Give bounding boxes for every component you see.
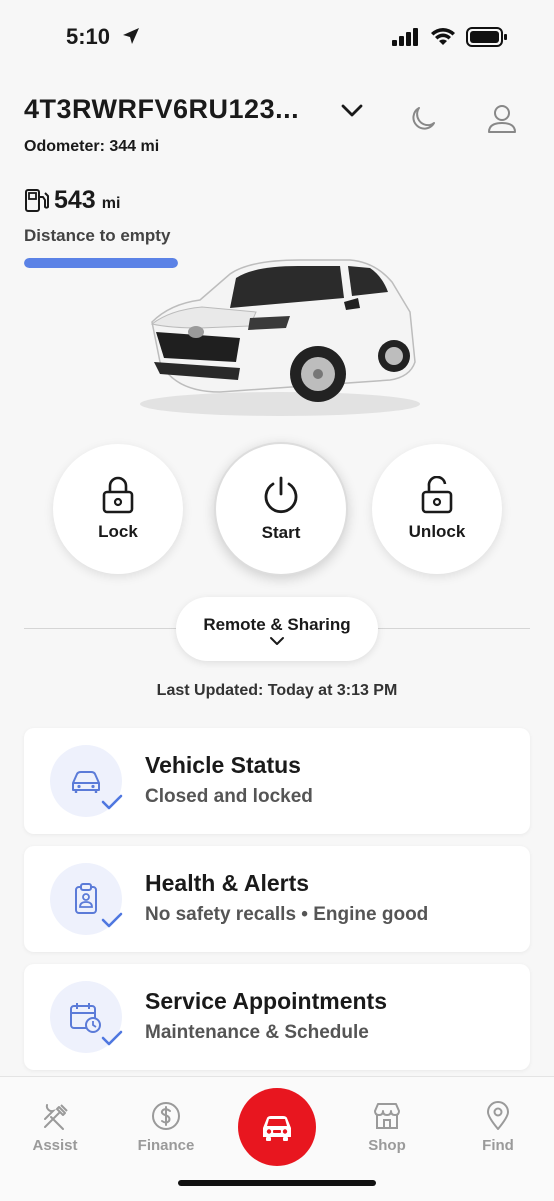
- health-alerts-icon-badge: [50, 863, 123, 935]
- check-icon: [101, 1030, 123, 1046]
- remote-sharing-label: Remote & Sharing: [203, 615, 351, 634]
- remote-sharing-button[interactable]: Remote & Sharing: [176, 597, 378, 661]
- tab-find-label: Find: [482, 1137, 514, 1154]
- vehicle-vin-title[interactable]: 4T3RWRFV6RU123...: [24, 94, 299, 125]
- vehicle-image: [140, 259, 420, 416]
- unlock-label: Unlock: [408, 522, 466, 541]
- card-title: Vehicle Status: [145, 752, 301, 778]
- moon-icon[interactable]: [408, 104, 438, 134]
- tab-finance[interactable]: Finance: [121, 1101, 211, 1154]
- vehicle-home-button[interactable]: [238, 1088, 316, 1166]
- fuel-range-value: 543: [54, 186, 96, 214]
- card-title: Service Appointments: [145, 988, 387, 1014]
- last-updated-text: Last Updated: Today at 3:13 PM: [156, 682, 398, 699]
- status-time: 5:10: [66, 24, 111, 49]
- unlock-icon: [421, 476, 453, 514]
- tab-finance-label: Finance: [137, 1137, 195, 1154]
- service-appointments-card[interactable]: Service Appointments Maintenance & Sched…: [24, 964, 530, 1070]
- check-icon: [101, 912, 123, 928]
- cellular-signal-icon: [392, 28, 418, 46]
- fuel-range-unit: mi: [101, 195, 121, 212]
- map-pin-icon: [487, 1101, 509, 1130]
- storefront-icon: [374, 1103, 400, 1129]
- lock-label: Lock: [98, 522, 138, 541]
- start-button[interactable]: Start: [214, 442, 348, 576]
- tab-assist-label: Assist: [32, 1137, 78, 1154]
- lock-icon: [102, 476, 134, 514]
- user-profile-icon[interactable]: [486, 104, 518, 134]
- chevron-down-icon[interactable]: [340, 100, 364, 120]
- wifi-icon: [431, 28, 455, 45]
- fuel-range: 543 mi: [54, 186, 120, 215]
- service-appointments-icon-badge: [50, 981, 123, 1053]
- vehicle-status-icon-badge: [50, 745, 123, 817]
- tab-find[interactable]: Find: [453, 1101, 543, 1154]
- health-alerts-card[interactable]: Health & Alerts No safety recalls • Engi…: [24, 846, 530, 952]
- tools-icon: [44, 1104, 68, 1130]
- dollar-circle-icon: [152, 1102, 180, 1130]
- check-icon: [101, 794, 123, 810]
- tab-shop-label: Shop: [368, 1137, 406, 1154]
- tab-shop[interactable]: Shop: [342, 1101, 432, 1154]
- home-indicator: [178, 1180, 376, 1186]
- fuel-pump-icon: [25, 189, 49, 212]
- vehicle-status-card[interactable]: Vehicle Status Closed and locked: [24, 728, 530, 834]
- distance-to-empty-label: Distance to empty: [24, 226, 171, 245]
- tab-assist[interactable]: Assist: [10, 1101, 100, 1154]
- chevron-down-icon: [270, 637, 284, 645]
- odometer-reading: Odometer: 344 mi: [24, 138, 160, 155]
- card-subtitle: No safety recalls • Engine good: [145, 904, 429, 925]
- power-icon: [264, 476, 298, 514]
- card-title: Health & Alerts: [145, 870, 310, 896]
- start-label: Start: [261, 523, 301, 542]
- location-arrow-icon: [123, 28, 139, 44]
- card-subtitle: Maintenance & Schedule: [145, 1022, 369, 1043]
- card-subtitle: Closed and locked: [145, 786, 313, 807]
- car-icon: [263, 1116, 291, 1141]
- calendar-clock-icon: [70, 1003, 101, 1033]
- unlock-button[interactable]: Unlock: [372, 444, 502, 574]
- lock-button[interactable]: Lock: [53, 444, 183, 574]
- clipboard-icon: [75, 883, 97, 914]
- battery-icon: [466, 27, 507, 47]
- car-icon: [72, 771, 100, 793]
